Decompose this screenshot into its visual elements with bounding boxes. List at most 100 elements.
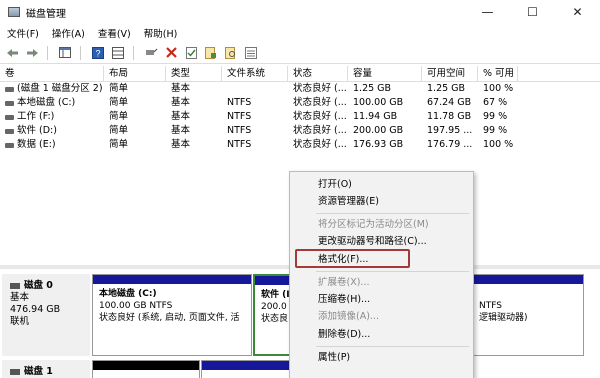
filesystem-cell [222, 82, 288, 96]
menu-item-add-mirror: 添加镜像(A)... [318, 311, 379, 322]
filesystem-cell: NTFS [227, 111, 252, 122]
partition-status: 逻辑驱动器) [479, 313, 528, 323]
menu-file[interactable]: 文件(F) [0, 26, 45, 40]
check-icon[interactable] [183, 45, 199, 61]
partition-size: 200.0 [261, 302, 287, 312]
disk-1-label[interactable]: 磁盘 1 [2, 360, 90, 378]
svg-text:?: ? [95, 48, 100, 58]
menu-bar: 文件(F) 操作(A) 查看(V) 帮助(H) [0, 24, 600, 42]
disk-status: 联机 [10, 316, 30, 327]
volume-name: 数据 (E:) [17, 139, 56, 150]
volume-icon [5, 114, 14, 120]
partition-right[interactable]: NTFS 逻辑驱动器) [472, 274, 584, 356]
partition-name: 软件 (I [261, 290, 290, 300]
layout-cell: 简单 [109, 139, 129, 150]
show-hide-console-icon[interactable] [57, 45, 73, 61]
column-filesystem[interactable]: 文件系统 [222, 66, 288, 81]
column-type[interactable]: 类型 [166, 66, 222, 81]
forward-icon[interactable] [24, 45, 40, 61]
table-icon[interactable] [110, 45, 126, 61]
percent-free-cell: 67 % [483, 97, 508, 108]
status-cell: 状态良好 (... [293, 139, 347, 150]
menu-separator [316, 213, 469, 214]
disk-icon [10, 283, 20, 289]
filesystem-cell: NTFS [227, 97, 252, 108]
volume-icon [5, 100, 14, 106]
menu-item-extend-volume: 扩展卷(X)... [318, 277, 370, 288]
disk-1-partition[interactable] [201, 360, 291, 378]
free-space-cell: 11.78 GB [427, 111, 472, 122]
table-row[interactable]: 工作 (F:) 简单 基本 NTFS 状态良好 (... 11.94 GB 11… [0, 110, 600, 124]
table-row[interactable]: 本地磁盘 (C:) 简单 基本 NTFS 状态良好 (... 100.00 GB… [0, 96, 600, 110]
partition-bar [255, 276, 291, 285]
menu-item-change-drive-letter[interactable]: 更改驱动器号和路径(C)... [318, 236, 427, 248]
percent-free-cell: 99 % [483, 125, 508, 136]
delete-icon[interactable] [163, 45, 179, 61]
connect-icon[interactable] [143, 45, 159, 61]
percent-free-cell: 99 % [483, 111, 508, 122]
partition-d[interactable]: 软件 (I 200.0 状态良 [253, 274, 293, 356]
volume-name: 软件 (D:) [17, 125, 57, 136]
table-row[interactable]: 软件 (D:) 简单 基本 NTFS 状态良好 (... 200.00 GB 1… [0, 124, 600, 138]
volume-name: 本地磁盘 (C:) [17, 97, 76, 108]
table-row[interactable]: 数据 (E:) 简单 基本 NTFS 状态良好 (... 176.93 GB 1… [0, 138, 600, 152]
partition-bar [202, 361, 290, 370]
column-status[interactable]: 状态 [288, 66, 348, 81]
column-free-space[interactable]: 可用空间 [422, 66, 478, 81]
capacity-cell: 100.00 GB [353, 97, 404, 108]
column-volume[interactable]: 卷 [0, 66, 104, 81]
partition-bar [93, 275, 251, 284]
menu-view[interactable]: 查看(V) [91, 26, 137, 40]
filesystem-cell: NTFS [227, 139, 252, 150]
partition-name: 本地磁盘 (C:) [99, 289, 157, 299]
menu-action[interactable]: 操作(A) [45, 26, 91, 40]
minimize-button[interactable]: — [465, 0, 510, 24]
capacity-cell: 11.94 GB [353, 111, 398, 122]
status-cell: 状态良好 (... [293, 111, 347, 122]
free-space-cell: 176.79 ... [427, 139, 473, 150]
disk-1-partition[interactable] [92, 360, 200, 378]
search-icon[interactable] [223, 45, 239, 61]
column-percent-free[interactable]: % 可用 [478, 66, 518, 81]
volume-icon [5, 128, 14, 134]
layout-cell: 简单 [109, 111, 129, 122]
disk-0-label[interactable]: 磁盘 0 基本 476.94 GB 联机 [2, 274, 90, 356]
disk-icon [10, 369, 20, 375]
format-highlight [295, 249, 410, 268]
partition-status: 状态良好 (系统, 启动, 页面文件, 活 [99, 313, 240, 323]
capacity-cell: 1.25 GB [353, 83, 392, 94]
layout-cell: 简单 [109, 83, 129, 94]
menu-item-shrink-volume[interactable]: 压缩卷(H)... [318, 294, 370, 306]
menu-item-open[interactable]: 打开(O) [318, 179, 352, 191]
toolbar-separator [47, 45, 48, 60]
menu-separator [316, 346, 469, 347]
disk-size: 476.94 GB [10, 304, 61, 315]
toolbar-separator [80, 45, 81, 60]
back-icon[interactable] [4, 45, 20, 61]
type-cell: 基本 [171, 139, 191, 150]
partition-c[interactable]: 本地磁盘 (C:) 100.00 GB NTFS 状态良好 (系统, 启动, 页… [92, 274, 252, 356]
percent-free-cell: 100 % [483, 139, 514, 150]
title-bar: 磁盘管理 — ☐ ✕ [0, 0, 600, 24]
capacity-cell: 200.00 GB [353, 125, 404, 136]
percent-free-cell: 100 % [483, 83, 514, 94]
disk-management-icon [8, 7, 20, 17]
column-layout[interactable]: 布局 [104, 66, 166, 81]
help-icon[interactable]: ? [90, 45, 106, 61]
properties-icon[interactable] [203, 45, 219, 61]
menu-help[interactable]: 帮助(H) [137, 26, 184, 40]
menu-item-explorer[interactable]: 资源管理器(E) [318, 196, 379, 208]
volume-icon [5, 86, 14, 92]
close-button[interactable]: ✕ [555, 0, 600, 24]
maximize-button[interactable]: ☐ [510, 0, 555, 24]
table-row[interactable]: (磁盘 1 磁盘分区 2) 简单 基本 状态良好 (... 1.25 GB 1.… [0, 82, 600, 96]
menu-item-properties[interactable]: 属性(P) [318, 352, 350, 364]
layout-cell: 简单 [109, 125, 129, 136]
free-space-cell: 1.25 GB [427, 83, 466, 94]
list-icon[interactable] [243, 45, 259, 61]
type-cell: 基本 [171, 125, 191, 136]
volume-name: 工作 (F:) [17, 111, 55, 122]
menu-item-delete-volume[interactable]: 删除卷(D)... [318, 329, 370, 341]
type-cell: 基本 [171, 97, 191, 108]
column-capacity[interactable]: 容量 [348, 66, 422, 81]
